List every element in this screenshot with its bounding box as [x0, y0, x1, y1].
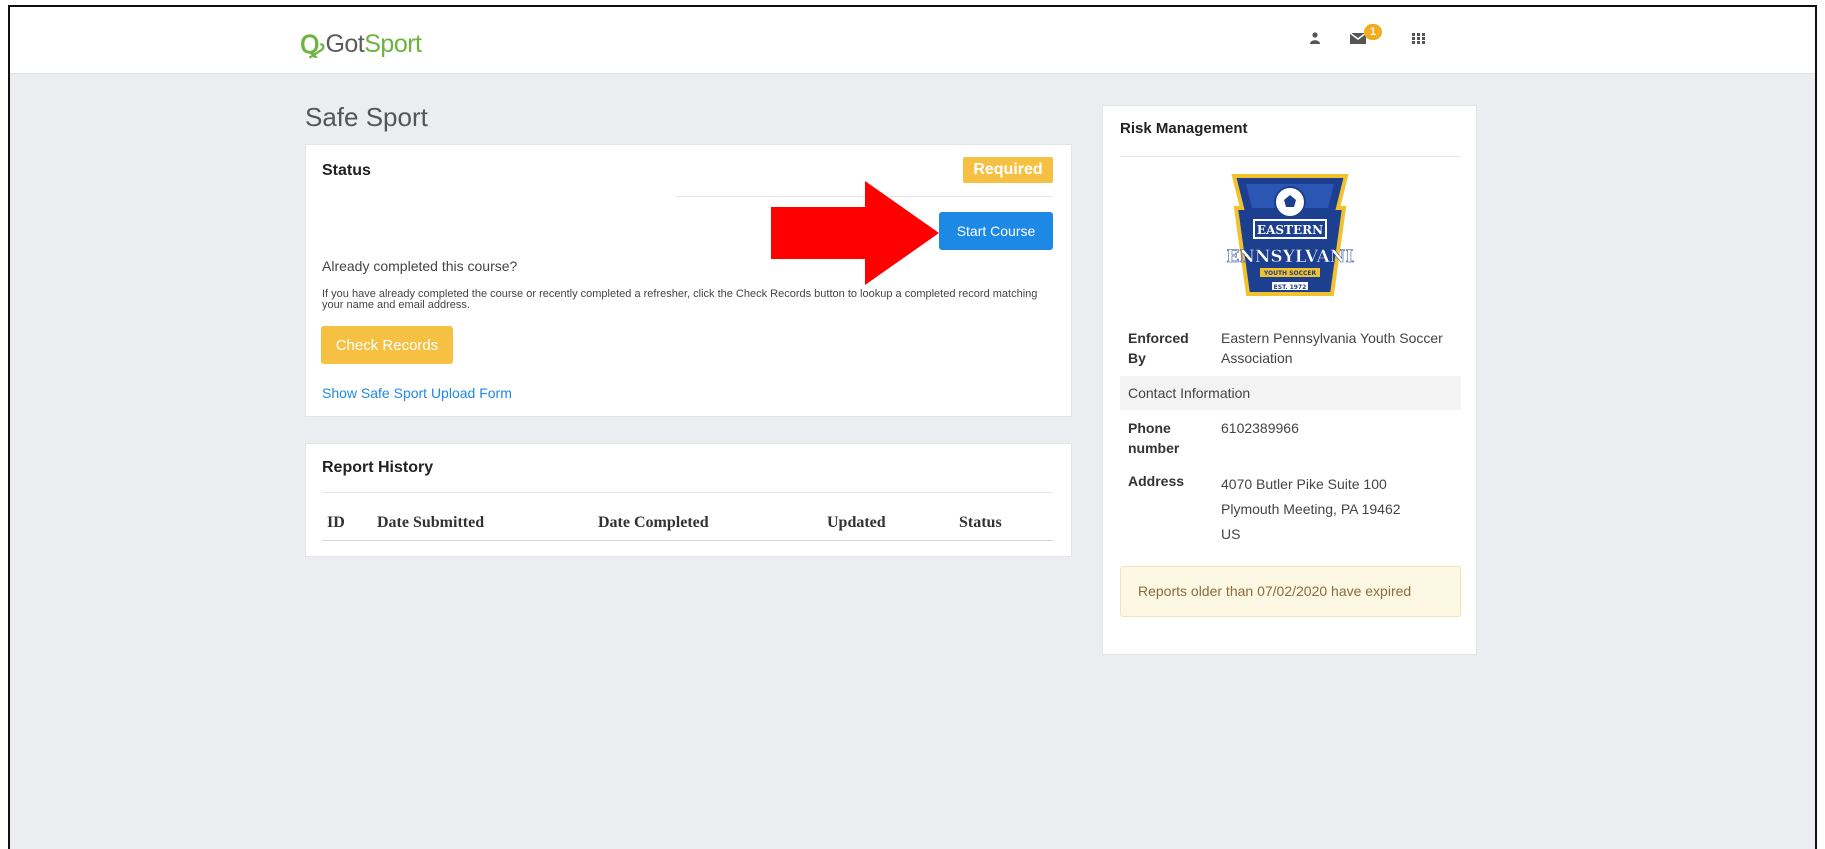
already-completed-question: Already completed this course?: [322, 258, 518, 274]
column-header-status[interactable]: Status: [959, 514, 1002, 532]
crest-text-youth-soccer: YOUTH SOCCER: [1263, 270, 1317, 277]
address-line-1: 4070 Butler Pike Suite 100: [1221, 476, 1387, 492]
report-history-panel: Report History ID Date Submitted Date Co…: [305, 443, 1072, 557]
eastern-pennsylvania-crest-logo: EASTERN PENNSYLVANIA YOUTH SOCCER EST. 1…: [1226, 174, 1354, 296]
user-icon[interactable]: [1310, 31, 1320, 47]
red-arrow-annotation: [771, 181, 939, 285]
top-navbar: Ꝙ Got Sport 1: [10, 7, 1815, 74]
status-heading: Status: [322, 162, 371, 179]
phone-number-value: 6102389966: [1221, 420, 1299, 436]
status-panel: Status Required Start Course Already com…: [305, 144, 1072, 417]
crest-text-established: EST. 1972: [1274, 284, 1307, 291]
envelope-icon[interactable]: 1: [1349, 24, 1382, 47]
required-badge: Required: [963, 157, 1053, 183]
column-header-id[interactable]: ID: [327, 514, 345, 532]
risk-divider: [1120, 156, 1461, 157]
contact-information-row: Contact Information: [1120, 376, 1461, 410]
column-header-date-completed[interactable]: Date Completed: [598, 514, 709, 532]
show-upload-form-link[interactable]: Show Safe Sport Upload Form: [322, 385, 512, 401]
column-header-date-submitted[interactable]: Date Submitted: [377, 514, 484, 532]
logo-text-got: Got: [325, 29, 365, 58]
column-header-updated[interactable]: Updated: [827, 514, 886, 532]
check-records-button[interactable]: Check Records: [321, 326, 453, 364]
enforced-by-label: Enforced By: [1128, 330, 1189, 366]
address-line-3: US: [1221, 526, 1241, 542]
check-records-help-text: If you have already completed the course…: [322, 288, 1038, 311]
crest-text-eastern: EASTERN: [1257, 223, 1323, 237]
mail-count-badge: 1: [1364, 24, 1382, 40]
address-label: Address: [1128, 473, 1185, 489]
gotsport-logo[interactable]: Ꝙ Got Sport: [300, 27, 422, 61]
table-header-divider: [322, 540, 1053, 541]
report-history-divider: [322, 492, 1053, 493]
logo-text-sport: Sport: [364, 29, 422, 58]
navbar-icons: 1: [1310, 24, 1425, 47]
risk-management-panel: Risk Management EASTERN PENNSYLVANIA YOU…: [1102, 105, 1477, 655]
risk-management-title: Risk Management: [1120, 120, 1248, 137]
page-title: Safe Sport: [305, 102, 428, 132]
phone-number-label: Phone number: [1128, 420, 1180, 456]
browser-frame: Ꝙ GotSport 1 Safe Sport Status Required: [8, 5, 1817, 849]
enforced-by-value: Eastern Pennsylvania Youth Soccer Associ…: [1221, 330, 1443, 366]
start-course-button[interactable]: Start Course: [939, 212, 1053, 250]
expired-reports-alert: Reports older than 07/02/2020 have expir…: [1120, 566, 1461, 617]
address-line-2: Plymouth Meeting, PA 19462: [1221, 501, 1401, 517]
report-history-heading: Report History: [322, 459, 434, 476]
gotsport-logo-icon: Ꝙ: [300, 31, 324, 59]
crest-text-pennsylvania: PENNSYLVANIA: [1226, 247, 1354, 267]
grid-icon[interactable]: [1412, 31, 1425, 47]
